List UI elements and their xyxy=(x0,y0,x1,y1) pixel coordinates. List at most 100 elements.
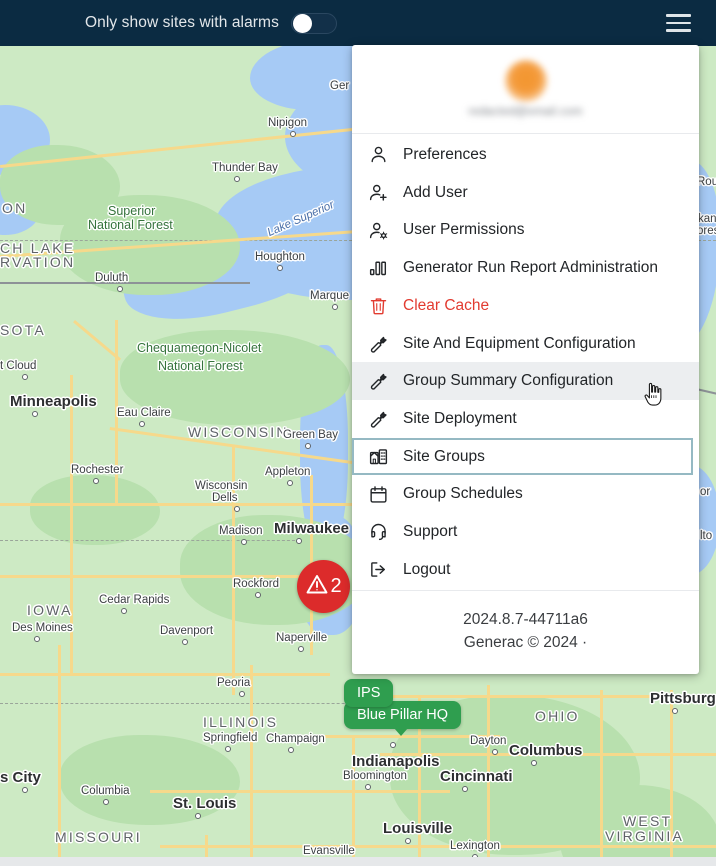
menu-item-support[interactable]: Support xyxy=(352,513,699,551)
city-dot xyxy=(255,592,261,598)
hamburger-bar xyxy=(666,14,691,17)
city-dot xyxy=(117,286,123,292)
city-dot xyxy=(492,749,498,755)
border-dashed xyxy=(0,540,300,541)
menu-item-label: Group Summary Configuration xyxy=(403,373,613,389)
city-dot xyxy=(672,708,678,714)
user-plus-icon xyxy=(367,182,389,204)
toggle-knob xyxy=(293,14,312,33)
menu-item-label: Site And Equipment Configuration xyxy=(403,336,636,352)
menu-item-logout[interactable]: Logout xyxy=(352,551,699,589)
road xyxy=(0,673,330,676)
road xyxy=(160,845,716,848)
menu-item-clear-cache[interactable]: Clear Cache xyxy=(352,287,699,325)
menu-item-label: Preferences xyxy=(403,147,487,163)
alarm-filter-toggle[interactable] xyxy=(291,13,337,34)
trash-icon xyxy=(367,295,389,317)
menu-item-group-schedules[interactable]: Group Schedules xyxy=(352,475,699,513)
city-dot xyxy=(287,480,293,486)
forest-area xyxy=(30,475,160,545)
city-dot xyxy=(241,539,247,545)
city-dot xyxy=(195,813,201,819)
city-dot xyxy=(234,506,240,512)
map-bottom-strip xyxy=(0,857,716,866)
alarm-cluster-marker[interactable]: 2 xyxy=(297,560,350,613)
road xyxy=(205,835,208,857)
menu-item-preferences[interactable]: Preferences xyxy=(352,136,699,174)
account-header: redacted@email.com xyxy=(352,45,699,134)
menu-item-generator-run-report-administration[interactable]: Generator Run Report Administration xyxy=(352,249,699,287)
city-dot xyxy=(298,646,304,652)
city-dot xyxy=(234,176,240,182)
wrench-icon xyxy=(367,370,389,392)
wrench-icon xyxy=(367,332,389,354)
city-dot xyxy=(34,636,40,642)
warning-triangle-icon xyxy=(305,572,329,601)
building-group-icon xyxy=(367,445,389,467)
road xyxy=(0,575,330,578)
menu-item-list: Preferences Add User User Permissions Gener… xyxy=(352,134,699,590)
road xyxy=(58,645,61,857)
road xyxy=(70,375,73,675)
copyright-text: Generac © 2024 · xyxy=(352,631,699,654)
menu-item-label: Generator Run Report Administration xyxy=(403,260,658,276)
city-dot xyxy=(22,787,28,793)
road xyxy=(150,790,450,793)
menu-item-label: Clear Cache xyxy=(403,298,489,314)
calendar-icon xyxy=(367,483,389,505)
bar-chart-icon xyxy=(367,257,389,279)
menu-item-site-and-equipment-configuration[interactable]: Site And Equipment Configuration xyxy=(352,324,699,362)
city-dot xyxy=(365,784,371,790)
logout-icon xyxy=(367,558,389,580)
headset-icon xyxy=(367,521,389,543)
city-dot xyxy=(305,443,311,449)
menu-item-add-user[interactable]: Add User xyxy=(352,174,699,212)
city-dot xyxy=(22,374,28,380)
site-marker-dot xyxy=(390,742,396,748)
border-solid xyxy=(0,282,250,284)
menu-item-site-deployment[interactable]: Site Deployment xyxy=(352,400,699,438)
menu-item-label: Group Schedules xyxy=(403,486,523,502)
road xyxy=(352,735,355,857)
city-dot xyxy=(103,799,109,805)
city-dot xyxy=(277,265,283,271)
app-root: GerNipigonThunder BayLake SuperiorSuperi… xyxy=(0,0,716,866)
city-dot xyxy=(531,760,537,766)
menu-item-label: Site Groups xyxy=(403,449,485,465)
road xyxy=(670,690,673,857)
alarm-filter-label: Only show sites with alarms xyxy=(85,14,279,32)
road xyxy=(380,753,716,756)
user-avatar xyxy=(505,60,547,102)
city-dot xyxy=(139,421,145,427)
hamburger-icon[interactable] xyxy=(658,3,698,43)
city-dot xyxy=(290,131,296,137)
forest-area xyxy=(120,330,350,425)
city-dot xyxy=(217,494,223,500)
city-dot xyxy=(182,639,188,645)
road xyxy=(487,685,490,857)
menu-item-user-permissions[interactable]: User Permissions xyxy=(352,211,699,249)
city-dot xyxy=(239,691,245,697)
menu-item-label: Logout xyxy=(403,562,450,578)
road xyxy=(73,320,121,361)
city-dot xyxy=(296,538,302,544)
city-dot xyxy=(405,838,411,844)
menu-footer: 2024.8.7-44711a6 Generac © 2024 · xyxy=(352,590,699,675)
top-app-bar: Only show sites with alarms xyxy=(0,0,716,46)
wrench-icon xyxy=(367,408,389,430)
road xyxy=(250,665,253,857)
city-dot xyxy=(288,747,294,753)
account-dropdown-menu: redacted@email.com Preferences Add User Us… xyxy=(352,45,699,674)
alarm-filter-control[interactable]: Only show sites with alarms xyxy=(85,13,337,34)
menu-item-label: Site Deployment xyxy=(403,411,517,427)
road xyxy=(380,695,716,698)
menu-item-label: Add User xyxy=(403,185,468,201)
city-dot xyxy=(225,746,231,752)
road xyxy=(600,690,603,857)
menu-item-group-summary-configuration[interactable]: Group Summary Configuration xyxy=(352,362,699,400)
menu-item-site-groups[interactable]: Site Groups xyxy=(352,438,693,476)
road xyxy=(232,445,235,695)
city-dot xyxy=(462,786,468,792)
site-pill-ips[interactable]: IPS xyxy=(344,679,393,707)
road xyxy=(0,503,360,506)
